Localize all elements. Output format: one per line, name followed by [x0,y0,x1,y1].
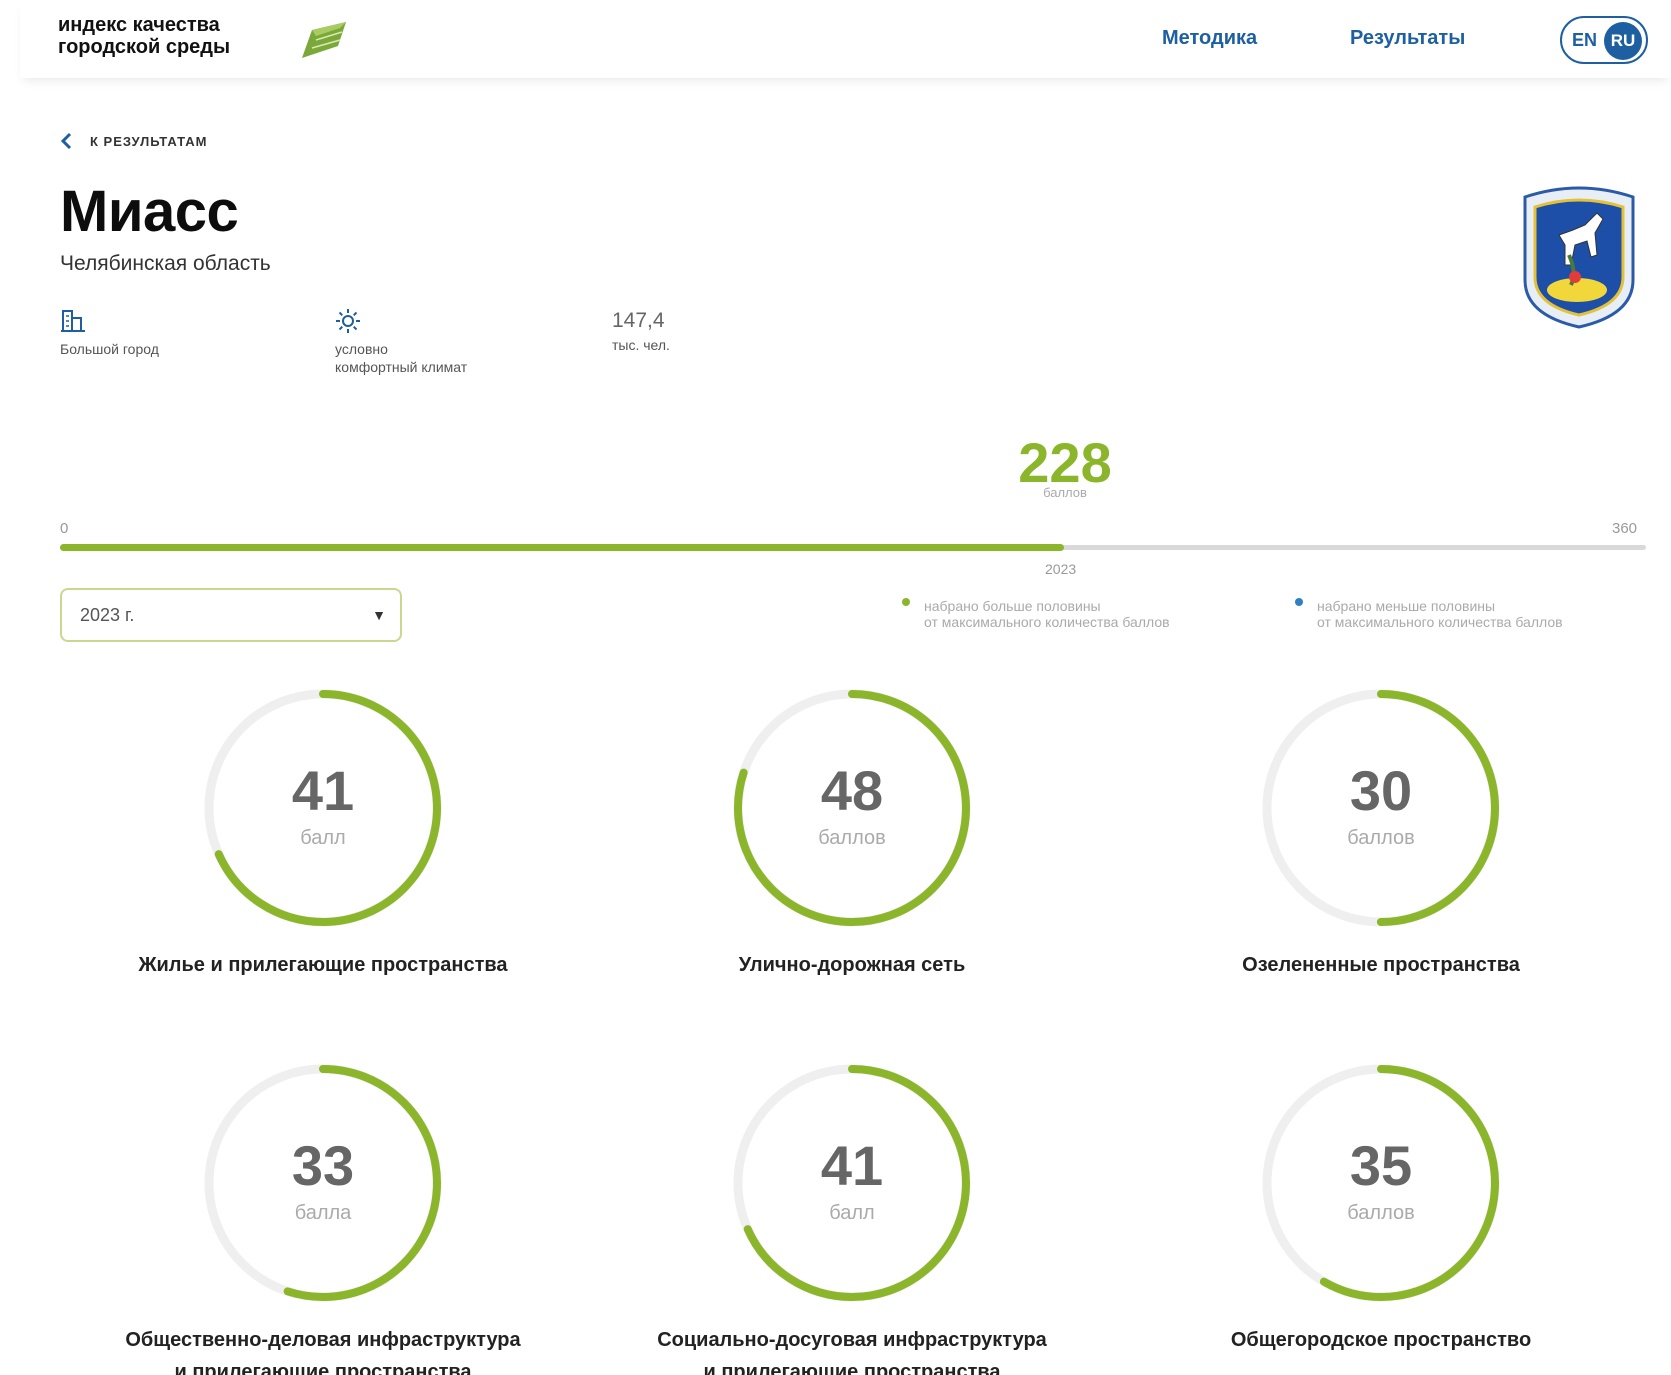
category-score: 48 [820,759,884,822]
city-size-stat: Большой город [60,308,159,358]
legend-above-half: набрано больше половины от максимального… [902,598,1170,630]
lang-ru-option[interactable]: RU [1604,22,1642,60]
year-select[interactable]: 2023 г. ▼ [60,588,402,642]
site-logo[interactable]: индекс качества городской среды [58,14,230,58]
category-card[interactable]: 41 балл Жилье и прилегающие пространства [83,683,563,981]
category-title-line-1: Общегородское пространство [1230,1329,1532,1351]
population-stat: 147,4 тыс. чел. [612,308,670,354]
total-score: 228 баллов [1015,431,1115,501]
category-title: Улично-дорожная сеть [612,949,1092,981]
category-score: 35 [1349,1134,1413,1197]
climate-line-1: условно [335,341,388,357]
category-score-unit: балл [829,1202,875,1224]
legend-green-dot-icon [902,598,910,606]
category-score: 41 [820,1134,884,1197]
legend-above-line-2: от максимального количества баллов [924,614,1170,630]
category-score-unit: баллов [818,827,886,849]
scale-max-label: 360 [1612,520,1638,537]
sun-icon [335,308,467,334]
category-title: Жилье и прилегающие пространства [83,949,563,981]
category-card[interactable]: 41 балл Социально-досуговая инфраструктура… [612,1058,1092,1375]
legend-blue-dot-icon [1295,598,1303,606]
climate-line-2: комфортный климат [335,359,468,375]
category-title-line-1: Социально-досуговая инфраструктура [657,1329,1047,1351]
score-ring: 30 баллов [1256,683,1506,933]
progress-year-label: 2023 [1045,561,1077,577]
score-ring: 41 балл [198,683,448,933]
category-score: 30 [1349,759,1413,822]
category-score: 33 [291,1134,355,1197]
page: индекс качества городской среды Методика… [0,0,1671,1375]
category-title-line-1: Озелененные пространства [1242,954,1520,976]
score-ring: 48 баллов [727,683,977,933]
total-progress-fill [60,544,1065,551]
climate-stat: условно комфортный климат [335,308,467,376]
score-ring: 35 баллов [1256,1058,1506,1308]
category-title-line-1: Жилье и прилегающие пространства [138,954,508,976]
back-link-label: К РЕЗУЛЬТАТАМ [90,133,208,149]
category-card[interactable]: 48 баллов Улично-дорожная сеть [612,683,1092,981]
nav-results[interactable]: Результаты [1350,27,1465,50]
category-card[interactable]: 33 балла Общественно-деловая инфраструктур… [83,1058,563,1375]
legend-below-line-1: набрано меньше половины [1317,598,1496,614]
category-score: 41 [291,759,355,822]
city-title: Миасс [60,179,239,244]
score-ring: 33 балла [198,1058,448,1308]
category-title: Озелененные пространства [1141,949,1621,981]
category-title-line-2: и прилегающие пространства [174,1361,472,1375]
category-title: Общегородское пространство [1141,1324,1621,1356]
nav-methodology[interactable]: Методика [1162,27,1257,50]
category-card[interactable]: 35 баллов Общегородское пространство [1141,1058,1621,1356]
total-score-value: 228 [1018,431,1112,494]
category-title-line-2: и прилегающие пространства [703,1361,1001,1375]
category-score-unit: баллов [1347,1202,1415,1224]
category-score-unit: балла [294,1202,352,1224]
category-title: Социально-досуговая инфраструктура и прил… [612,1324,1092,1375]
logo-leaf-icon [300,20,350,65]
category-card[interactable]: 30 баллов Озелененные пространства [1141,683,1621,981]
legend-below-half: набрано меньше половины от максимального… [1295,598,1563,630]
score-ring: 41 балл [727,1058,977,1308]
chevron-left-icon [60,132,72,150]
category-score-unit: балл [300,827,346,849]
logo-line-2: городской среды [58,36,231,58]
category-score-unit: баллов [1347,827,1415,849]
dropdown-arrow-icon: ▼ [372,607,386,623]
category-title: Общественно-деловая инфраструктура и прил… [83,1324,563,1375]
lang-en-option[interactable]: EN [1572,30,1597,51]
language-switch[interactable]: EN RU [1560,16,1648,64]
city-size-label: Большой город [60,341,159,357]
logo-line-1: индекс качества [58,14,220,36]
total-progress-bar [60,544,1646,551]
site-header: индекс качества городской среды Методика… [20,0,1671,78]
population-value: 147,4 [612,309,665,332]
legend-above-line-1: набрано больше половины [924,598,1101,614]
scale-min-label: 0 [60,520,69,537]
category-title-line-1: Общественно-деловая инфраструктура [125,1329,521,1351]
year-select-value: 2023 г. [80,605,135,625]
category-title-line-1: Улично-дорожная сеть [738,954,966,976]
building-icon [60,308,159,334]
city-coat-of-arms [1515,185,1643,335]
population-unit: тыс. чел. [612,337,670,353]
region-name: Челябинская область [60,252,271,275]
legend-below-line-2: от максимального количества баллов [1317,614,1563,630]
back-to-results-link[interactable]: К РЕЗУЛЬТАТАМ [60,132,207,150]
